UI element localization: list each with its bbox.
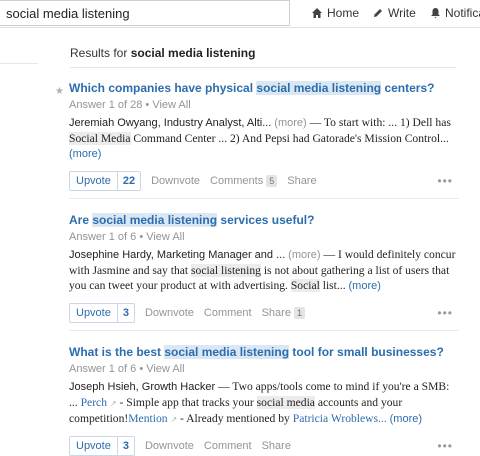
- answer-snippet: Jeremiah Owyang, Industry Analyst, Alti.…: [69, 115, 459, 162]
- results-header-query: social media listening: [130, 46, 256, 60]
- result-divider: [69, 198, 459, 199]
- sidebar-divider: [0, 63, 38, 64]
- more-dots-icon[interactable]: •••: [437, 306, 453, 320]
- perch-link[interactable]: Perch: [81, 396, 107, 409]
- title-text: tool for small businesses?: [289, 345, 444, 359]
- more-link[interactable]: (more): [69, 148, 101, 160]
- results-header-prefix: Results for: [70, 46, 128, 60]
- answer-meta[interactable]: Answer 1 of 28 • View All: [69, 99, 459, 112]
- title-text: Are: [69, 213, 93, 227]
- question-title[interactable]: What is the best social media listening …: [69, 345, 459, 360]
- upvote-button[interactable]: Upvote 22: [69, 171, 142, 191]
- answer-snippet: Josephine Hardy, Marketing Manager and .…: [69, 247, 459, 294]
- title-text: centers?: [381, 81, 435, 95]
- share-count: 1: [293, 307, 305, 319]
- answer-meta[interactable]: Answer 1 of 6 • View All: [69, 363, 459, 376]
- answer-text: list...: [319, 279, 349, 292]
- header-divider: [70, 67, 456, 68]
- user-link[interactable]: Patricia Wroblews...: [293, 412, 387, 425]
- result-divider: [69, 330, 459, 331]
- upvote-count: 3: [116, 304, 134, 322]
- answer-meta[interactable]: Answer 1 of 6 • View All: [69, 231, 459, 244]
- comment-button[interactable]: Comment: [204, 440, 252, 452]
- nav-home-label: Home: [327, 6, 360, 20]
- action-bar: Upvote 3 Downvote Comment Share 1 •••: [69, 303, 459, 323]
- question-title[interactable]: Which companies have physical social med…: [69, 81, 459, 96]
- more-dots-icon[interactable]: •••: [437, 174, 453, 188]
- answer-highlight: Social Media: [69, 132, 131, 145]
- answer-snippet: Joseph Hsieh, Growth Hacker — Two apps/t…: [69, 379, 459, 427]
- answer-text: - Already mentioned by: [177, 412, 293, 425]
- home-icon: [311, 7, 323, 19]
- answer-author[interactable]: Joseph Hsieh, Growth Hacker: [69, 381, 215, 393]
- author-more[interactable]: (more): [274, 117, 306, 129]
- comments-count: 5: [266, 175, 278, 187]
- comment-button[interactable]: Comment: [204, 307, 252, 319]
- comments-button[interactable]: Comments 5: [210, 175, 278, 187]
- title-text: What is the best: [69, 345, 165, 359]
- downvote-button[interactable]: Downvote: [145, 440, 194, 452]
- question-title[interactable]: Are social media listening services usef…: [69, 213, 459, 228]
- downvote-button[interactable]: Downvote: [151, 175, 200, 187]
- answer-text: — To start with: ... 1) Dell has: [306, 116, 451, 129]
- more-dots-icon[interactable]: •••: [437, 439, 453, 453]
- upvote-button[interactable]: Upvote 3: [69, 303, 135, 323]
- answer-highlight: social listening: [191, 264, 261, 277]
- share-button[interactable]: Share 1: [262, 307, 305, 319]
- result-item: What is the best social media listening …: [69, 345, 459, 456]
- title-highlight: social media listening: [256, 81, 382, 95]
- title-highlight: social media listening: [92, 213, 218, 227]
- share-label: Share: [261, 307, 291, 319]
- upvote-count: 22: [116, 172, 140, 190]
- more-link[interactable]: (more): [390, 413, 422, 425]
- top-bar: Home Write Notificat: [0, 0, 480, 28]
- nav-write-label: Write: [388, 6, 416, 20]
- nav-notifications-label: Notificat: [445, 6, 480, 20]
- result-item: Are social media listening services usef…: [69, 213, 459, 323]
- answer-text: - Simple app that tracks your: [116, 396, 257, 409]
- search-input[interactable]: [0, 0, 290, 26]
- external-link-icon: ↗: [109, 399, 117, 408]
- result-item: Which companies have physical social med…: [69, 81, 459, 191]
- answer-highlight: social media: [256, 396, 315, 409]
- comments-label: Comments: [210, 175, 264, 187]
- share-button[interactable]: Share: [262, 440, 291, 452]
- nav-write[interactable]: Write: [372, 0, 416, 26]
- answer-author[interactable]: Josephine Hardy, Marketing Manager and .…: [69, 249, 285, 261]
- upvote-count: 3: [116, 437, 134, 455]
- answer-text: Command Center ... 2) And Pepsi had Gato…: [130, 132, 449, 145]
- pencil-icon: [372, 7, 384, 19]
- nav-home[interactable]: Home: [311, 0, 359, 26]
- answer-author[interactable]: Jeremiah Owyang, Industry Analyst, Alti.…: [69, 117, 271, 129]
- author-more[interactable]: (more): [288, 249, 320, 261]
- title-text: Which companies have physical: [69, 81, 257, 95]
- title-text: services useful?: [217, 213, 315, 227]
- upvote-label: Upvote: [76, 175, 111, 187]
- action-bar: Upvote 22 Downvote Comments 5 Share •••: [69, 171, 459, 191]
- upvote-label: Upvote: [76, 440, 111, 452]
- star-icon[interactable]: ★: [55, 86, 64, 97]
- nav-notifications[interactable]: Notificat: [430, 0, 480, 26]
- mention-link[interactable]: Mention: [128, 412, 167, 425]
- bell-icon: [430, 7, 441, 19]
- more-link[interactable]: (more): [349, 280, 381, 292]
- results-header: Results for social media listening: [70, 46, 255, 60]
- downvote-button[interactable]: Downvote: [145, 307, 194, 319]
- answer-highlight: Social: [290, 279, 320, 292]
- share-button[interactable]: Share: [287, 175, 316, 187]
- upvote-button[interactable]: Upvote 3: [69, 436, 135, 456]
- upvote-label: Upvote: [76, 307, 111, 319]
- action-bar: Upvote 3 Downvote Comment Share •••: [69, 436, 459, 456]
- title-highlight: social media listening: [164, 345, 290, 359]
